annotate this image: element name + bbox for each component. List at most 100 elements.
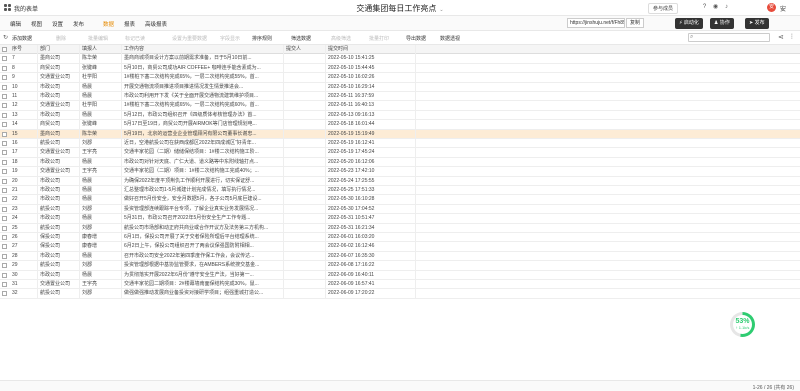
table-cell-content: 交通丰家花园（二期）项目：1#楼二次结构施工完成40%；... [122,167,284,177]
tab-advanced-report[interactable]: 高级报表 [145,20,167,28]
menu-settings[interactable]: 设置 [52,20,63,28]
grid-icon[interactable] [4,4,11,11]
row-checkbox[interactable] [2,131,7,137]
toolbar-item-7[interactable]: 筛选数据 [291,35,311,42]
row-checkbox[interactable] [2,178,7,184]
row-checkbox[interactable] [2,56,7,62]
user-name[interactable]: 安 [780,4,786,13]
publish-button[interactable]: ➤ 发布 [745,18,769,29]
automation-button[interactable]: ⚡ 启动化 [675,18,703,29]
table-row[interactable]: 26 保投公司 康春增 6月1日，保投公司开展了关于交者保险所理后平台结理系统... 2… [0,233,800,243]
app-name[interactable]: 我的表单 [14,4,38,13]
menu-view[interactable]: 视图 [31,20,42,28]
row-checkbox[interactable] [2,272,7,278]
table-row[interactable]: 27 保投公司 康春增 6月2日上午，保投公司组织召开了两会议保强国防附相相... 20… [0,242,800,252]
table-row[interactable]: 8 商贸公司 张键峰 5月10日，商贸公司成功AIR COFFEE+ 咖啡连手能含素成… [0,63,800,74]
table-row[interactable]: 13 市政公司 杨晨 5月12日，市政公司组织召开《四级质体考核管理办法》首... 20… [0,110,800,121]
tab-report[interactable]: 报表 [124,20,135,28]
table-cell-content: 交通丰家花园二期项目：2#楼幕墙南面保结构完成30%，鼠... [122,280,284,290]
row-checkbox[interactable] [2,112,7,118]
help-icon[interactable]: ? [700,3,709,12]
table-row[interactable]: 30 市政公司 杨晨 为贯彻落实开展2022年6月份“遵守安全生产法，当好第一... 2… [0,270,800,280]
toolbar-item-8[interactable]: 高级筛选 [331,35,351,42]
row-checkbox[interactable] [2,253,7,259]
column-header[interactable]: 填报人 [80,45,122,55]
members-button[interactable]: 参与成员 [648,3,679,14]
table-row[interactable]: 9 交通置业公司 杜学阳 1#楼桩下塞二次结构完成65%，一层二次结构完成55%，首.… [0,73,800,83]
row-checkbox[interactable] [2,122,7,128]
copy-button[interactable]: 复制 [626,18,644,28]
share-icon[interactable]: ⋖ [778,33,784,41]
table-row[interactable]: 12 交通置业公司 杜学阳 1#楼桩下塞二次结构完成65%，一层二次结构完成60%，首… [0,101,800,111]
table-row[interactable]: 23 航投公司 刘郡 投资管理部连续跟踪平台专项，了解企业真实业务发展情况... 202… [0,204,800,215]
row-checkbox[interactable] [2,188,7,193]
toolbar-item-10[interactable]: 导出数据 [406,35,426,42]
toolbar-item-11[interactable]: 数据透视 [440,35,460,42]
table-row[interactable]: 31 交通置业公司 王宇亮 交通丰家花园二期项目：2#楼幕墙南面保结构完成30%，鼠.… [0,280,800,290]
table-row[interactable]: 11 市政公司 杨晨 市政公司利用开下发《关于全面开展交通物流建筑维护项目... 202… [0,92,800,102]
toolbar-item-0[interactable]: 添加数据 [12,35,32,42]
column-header[interactable]: 工作内容 [122,45,284,55]
row-checkbox[interactable] [2,282,7,287]
table-row[interactable]: 28 市政公司 杨晨 召开市政公司安全2022年第四季度作保工作会，会议传达... 20… [0,251,800,262]
avatar[interactable]: 安 [767,3,776,12]
row-checkbox[interactable] [2,244,7,250]
table-row[interactable]: 22 市政公司 杨晨 做好召开5月份安全，安全月数据5月，各子公司5月底巨建设... 2… [0,195,800,205]
toolbar-item-2[interactable]: 批量编辑 [88,35,108,42]
row-checkbox[interactable] [2,141,7,146]
row-checkbox[interactable] [2,291,7,297]
row-checkbox[interactable] [2,65,7,71]
table-row[interactable]: 10 市政公司 杨晨 开展交通物流项目推进项目推进情况发生情景推进会... 2022-0… [0,82,800,92]
table-row[interactable]: 21 市政公司 杨晨 汇总整理市政公司1-5月城建计划完成情况，填写执行情况... 20… [0,186,800,196]
account-icon[interactable]: ◉ [711,3,720,12]
column-header[interactable]: 提交人 [284,45,326,55]
table-row[interactable]: 29 航投公司 刘郡 投资管理部根据中基协监管要求，在AMBERS系统搜交基金... 2… [0,261,800,271]
row-checkbox[interactable] [2,197,7,203]
toolbar-item-6[interactable]: 排序规则 [252,35,272,42]
menu-edit[interactable]: 编辑 [10,20,21,28]
row-checkbox[interactable] [2,235,7,240]
table-row[interactable]: 20 市政公司 杨晨 为确保2022年度平顶荆仇工作顺利开展进行，切实保证舒... 20… [0,176,800,186]
table-row[interactable]: 15 墨商公司 陈华荣 5月19日，北京的运营业企业管理顾问有限公司董事长谢忠... 2… [0,129,800,139]
table-row[interactable]: 7 墨商公司 陈华荣 墨商商城项目设计方案以前期需求准备，日于5月10日前... 202… [0,54,800,64]
share-url-field[interactable]: https://jinshuju.net/f/Fh85qh [567,18,625,28]
select-all-checkbox[interactable] [2,47,7,52]
collaborate-button[interactable]: ♟ 协作 [710,18,734,29]
table-cell-sub [284,204,326,215]
table-header[interactable]: 序号 部门 填报人 工作内容 提交人 提交时间 [0,45,800,55]
row-checkbox[interactable] [2,84,7,90]
toolbar-item-1[interactable]: 删除 [56,35,66,42]
table-row[interactable]: 19 交通置业公司 王宇亮 交通丰家花园（二期）项目：1#楼二次结构施工完成40%；.… [0,167,800,177]
table-row[interactable]: 32 航投公司 刘郡 做强做强推动发展商业备投资对接研学项目；组强重城打造公... 20… [0,289,800,299]
toolbar-item-4[interactable]: 设置为重要数据 [172,35,207,42]
table-row[interactable]: 18 市政公司 杨晨 市政公司对针对天底、广仁大道、道义路等中东附线轴打点... 202… [0,157,800,168]
toolbar-item-5[interactable]: 字段显示 [220,35,240,42]
row-checkbox[interactable] [2,150,7,156]
table-cell-who: 康春增 [80,233,122,243]
column-header[interactable]: 序号 [10,45,38,55]
table-row[interactable]: 14 商贸公司 张键峰 5月17日至19日，商贸公司开展AIRMOK等门店管理规划电.… [0,120,800,130]
refresh-icon[interactable]: ↻ [3,34,8,41]
row-checkbox[interactable] [2,94,7,99]
toolbar-item-3[interactable]: 标记已读 [125,35,145,42]
row-checkbox[interactable] [2,206,7,212]
bell-icon[interactable]: ♪ [722,3,731,12]
row-checkbox[interactable] [2,75,7,81]
table-row[interactable]: 24 市政公司 杨晨 5月31日，市政公司召开2022年5月份安全生产工作专题... 2… [0,214,800,224]
row-checkbox[interactable] [2,103,7,109]
more-icon[interactable]: ⋮ [789,33,795,40]
row-checkbox[interactable] [2,263,7,269]
column-header[interactable]: 部门 [38,45,80,55]
table-row[interactable]: 25 航投公司 刘郡 航投公司市场部和动正府共商业或合作开议方及法务第三方机构... 2… [0,223,800,233]
table-row[interactable]: 16 航投公司 刘郡 近日，空港航投公司在获西成都区2022年四成城区“好青年... 2… [0,139,800,149]
table-row[interactable]: 17 交通置业公司 王宇亮 交通丰家花园（二期）储储保结项目：1#楼二次结构施工阶..… [0,148,800,158]
row-checkbox[interactable] [2,216,7,222]
page-title[interactable]: 交通集团每日工作亮点 ⌄ [330,3,470,14]
row-checkbox[interactable] [2,159,7,165]
search-input[interactable]: ⌕ [688,33,770,42]
column-header[interactable]: 提交时间 [326,45,416,55]
toolbar-item-9[interactable]: 批量打印 [369,35,389,42]
row-checkbox[interactable] [2,225,7,231]
row-checkbox[interactable] [2,169,7,175]
menu-publish[interactable]: 发布 [73,20,84,28]
